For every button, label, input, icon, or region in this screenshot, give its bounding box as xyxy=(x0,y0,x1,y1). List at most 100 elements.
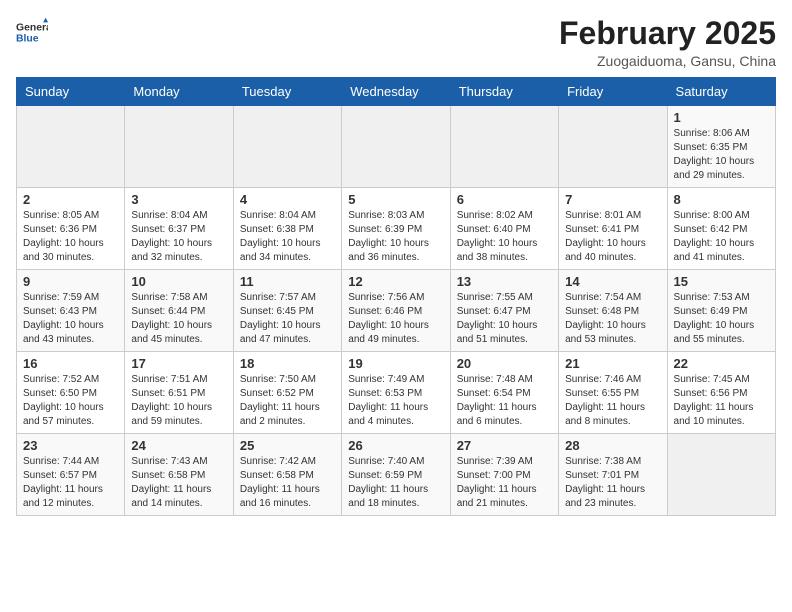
calendar-cell: 21 Sunrise: 7:46 AM Sunset: 6:55 PM Dayli… xyxy=(559,352,667,434)
day-info: Sunrise: 7:43 AM Sunset: 6:58 PM Dayligh… xyxy=(131,455,226,511)
calendar-cell: 10Sunrise: 7:58 AM Sunset: 6:44 PM Dayli… xyxy=(125,270,233,352)
weekday-header-thursday: Thursday xyxy=(450,78,558,106)
week-row-1: 1Sunrise: 8:06 AM Sunset: 6:35 PM Daylig… xyxy=(17,106,776,188)
logo-icon: General Blue xyxy=(16,16,48,48)
day-number: 22 xyxy=(674,356,769,371)
week-row-5: 23 Sunrise: 7:44 AM Sunset: 6:57 PM Dayli… xyxy=(17,434,776,516)
day-number: 9 xyxy=(23,274,118,289)
subtitle: Zuogaiduoma, Gansu, China xyxy=(559,53,776,69)
calendar-cell: 9 Sunrise: 7:59 AM Sunset: 6:43 PM Daylig… xyxy=(17,270,125,352)
calendar-cell: 16 Sunrise: 7:52 AM Sunset: 6:50 PM Dayli… xyxy=(17,352,125,434)
day-number: 2 xyxy=(23,192,118,207)
day-info: Sunrise: 7:44 AM Sunset: 6:57 PM Dayligh… xyxy=(23,455,118,511)
calendar-cell xyxy=(450,106,558,188)
day-info: Sunrise: 8:03 AM Sunset: 6:39 PM Dayligh… xyxy=(348,209,443,265)
day-info: Sunrise: 8:05 AM Sunset: 6:36 PM Dayligh… xyxy=(23,209,118,265)
day-number: 1 xyxy=(674,110,769,125)
day-info: Sunrise: 7:46 AM Sunset: 6:55 PM Dayligh… xyxy=(565,373,660,429)
day-info: Sunrise: 7:50 AM Sunset: 6:52 PM Dayligh… xyxy=(240,373,335,429)
calendar-cell: 20Sunrise: 7:48 AM Sunset: 6:54 PM Dayli… xyxy=(450,352,558,434)
day-info: Sunrise: 7:39 AM Sunset: 7:00 PM Dayligh… xyxy=(457,455,552,511)
day-info: Sunrise: 7:55 AM Sunset: 6:47 PM Dayligh… xyxy=(457,291,552,347)
calendar-cell: 24Sunrise: 7:43 AM Sunset: 6:58 PM Dayli… xyxy=(125,434,233,516)
day-number: 14 xyxy=(565,274,660,289)
day-info: Sunrise: 7:42 AM Sunset: 6:58 PM Dayligh… xyxy=(240,455,335,511)
day-info: Sunrise: 7:51 AM Sunset: 6:51 PM Dayligh… xyxy=(131,373,226,429)
day-number: 15 xyxy=(674,274,769,289)
day-number: 20 xyxy=(457,356,552,371)
day-number: 25 xyxy=(240,438,335,453)
day-info: Sunrise: 7:59 AM Sunset: 6:43 PM Dayligh… xyxy=(23,291,118,347)
weekday-header-wednesday: Wednesday xyxy=(342,78,450,106)
logo: General Blue xyxy=(16,16,48,48)
weekday-header-tuesday: Tuesday xyxy=(233,78,341,106)
day-info: Sunrise: 7:54 AM Sunset: 6:48 PM Dayligh… xyxy=(565,291,660,347)
calendar-cell: 6 Sunrise: 8:02 AM Sunset: 6:40 PM Daylig… xyxy=(450,188,558,270)
day-info: Sunrise: 8:00 AM Sunset: 6:42 PM Dayligh… xyxy=(674,209,769,265)
weekday-header-sunday: Sunday xyxy=(17,78,125,106)
day-number: 13 xyxy=(457,274,552,289)
day-number: 16 xyxy=(23,356,118,371)
day-info: Sunrise: 7:56 AM Sunset: 6:46 PM Dayligh… xyxy=(348,291,443,347)
day-number: 17 xyxy=(131,356,226,371)
day-number: 5 xyxy=(348,192,443,207)
day-number: 3 xyxy=(131,192,226,207)
day-info: Sunrise: 7:57 AM Sunset: 6:45 PM Dayligh… xyxy=(240,291,335,347)
main-title: February 2025 xyxy=(559,16,776,51)
calendar-cell xyxy=(559,106,667,188)
day-info: Sunrise: 8:04 AM Sunset: 6:38 PM Dayligh… xyxy=(240,209,335,265)
calendar-cell xyxy=(342,106,450,188)
weekday-header-friday: Friday xyxy=(559,78,667,106)
calendar-cell: 18Sunrise: 7:50 AM Sunset: 6:52 PM Dayli… xyxy=(233,352,341,434)
calendar-cell: 11 Sunrise: 7:57 AM Sunset: 6:45 PM Dayli… xyxy=(233,270,341,352)
calendar-cell: 4 Sunrise: 8:04 AM Sunset: 6:38 PM Daylig… xyxy=(233,188,341,270)
day-info: Sunrise: 8:01 AM Sunset: 6:41 PM Dayligh… xyxy=(565,209,660,265)
title-block: February 2025 Zuogaiduoma, Gansu, China xyxy=(559,16,776,69)
day-info: Sunrise: 7:49 AM Sunset: 6:53 PM Dayligh… xyxy=(348,373,443,429)
day-info: Sunrise: 7:52 AM Sunset: 6:50 PM Dayligh… xyxy=(23,373,118,429)
calendar-cell xyxy=(17,106,125,188)
day-number: 11 xyxy=(240,274,335,289)
weekday-header-row: SundayMondayTuesdayWednesdayThursdayFrid… xyxy=(17,78,776,106)
calendar-cell: 13 Sunrise: 7:55 AM Sunset: 6:47 PM Dayli… xyxy=(450,270,558,352)
calendar-cell: 19 Sunrise: 7:49 AM Sunset: 6:53 PM Dayli… xyxy=(342,352,450,434)
day-info: Sunrise: 7:58 AM Sunset: 6:44 PM Dayligh… xyxy=(131,291,226,347)
svg-text:General: General xyxy=(16,22,48,33)
day-info: Sunrise: 8:04 AM Sunset: 6:37 PM Dayligh… xyxy=(131,209,226,265)
day-number: 4 xyxy=(240,192,335,207)
weekday-header-saturday: Saturday xyxy=(667,78,775,106)
day-number: 19 xyxy=(348,356,443,371)
day-number: 8 xyxy=(674,192,769,207)
day-number: 6 xyxy=(457,192,552,207)
calendar-table: SundayMondayTuesdayWednesdayThursdayFrid… xyxy=(16,77,776,516)
calendar-cell: 25 Sunrise: 7:42 AM Sunset: 6:58 PM Dayli… xyxy=(233,434,341,516)
day-number: 26 xyxy=(348,438,443,453)
day-info: Sunrise: 8:02 AM Sunset: 6:40 PM Dayligh… xyxy=(457,209,552,265)
day-info: Sunrise: 7:38 AM Sunset: 7:01 PM Dayligh… xyxy=(565,455,660,511)
calendar-cell xyxy=(233,106,341,188)
calendar-cell: 17 Sunrise: 7:51 AM Sunset: 6:51 PM Dayli… xyxy=(125,352,233,434)
calendar-cell xyxy=(667,434,775,516)
weekday-header-monday: Monday xyxy=(125,78,233,106)
calendar-cell: 22 Sunrise: 7:45 AM Sunset: 6:56 PM Dayli… xyxy=(667,352,775,434)
svg-text:Blue: Blue xyxy=(16,34,39,45)
calendar-cell: 26Sunrise: 7:40 AM Sunset: 6:59 PM Dayli… xyxy=(342,434,450,516)
day-info: Sunrise: 7:45 AM Sunset: 6:56 PM Dayligh… xyxy=(674,373,769,429)
calendar-cell: 1Sunrise: 8:06 AM Sunset: 6:35 PM Daylig… xyxy=(667,106,775,188)
calendar-cell xyxy=(125,106,233,188)
week-row-2: 2 Sunrise: 8:05 AM Sunset: 6:36 PM Daylig… xyxy=(17,188,776,270)
calendar-cell: 14 Sunrise: 7:54 AM Sunset: 6:48 PM Dayli… xyxy=(559,270,667,352)
day-number: 23 xyxy=(23,438,118,453)
week-row-4: 16 Sunrise: 7:52 AM Sunset: 6:50 PM Dayli… xyxy=(17,352,776,434)
day-number: 28 xyxy=(565,438,660,453)
day-number: 12 xyxy=(348,274,443,289)
calendar-cell: 15Sunrise: 7:53 AM Sunset: 6:49 PM Dayli… xyxy=(667,270,775,352)
calendar-cell: 5 Sunrise: 8:03 AM Sunset: 6:39 PM Daylig… xyxy=(342,188,450,270)
day-number: 7 xyxy=(565,192,660,207)
calendar-cell: 23 Sunrise: 7:44 AM Sunset: 6:57 PM Dayli… xyxy=(17,434,125,516)
day-number: 21 xyxy=(565,356,660,371)
calendar-cell: 3 Sunrise: 8:04 AM Sunset: 6:37 PM Daylig… xyxy=(125,188,233,270)
calendar-cell: 28 Sunrise: 7:38 AM Sunset: 7:01 PM Dayli… xyxy=(559,434,667,516)
calendar-cell: 7 Sunrise: 8:01 AM Sunset: 6:41 PM Daylig… xyxy=(559,188,667,270)
week-row-3: 9 Sunrise: 7:59 AM Sunset: 6:43 PM Daylig… xyxy=(17,270,776,352)
